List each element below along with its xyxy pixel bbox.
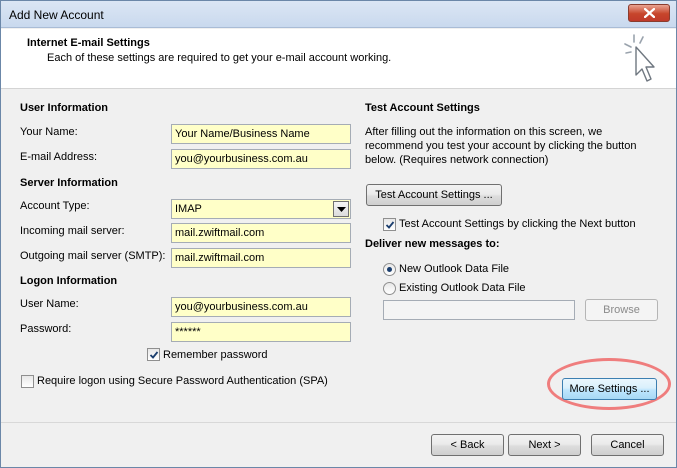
password-input[interactable]: ****** bbox=[171, 322, 351, 342]
account-type-value: IMAP bbox=[175, 203, 202, 215]
email-address-input[interactable]: you@yourbusiness.com.au bbox=[171, 149, 351, 169]
checkmark-icon bbox=[149, 351, 159, 359]
back-button[interactable]: < Back bbox=[431, 434, 504, 456]
remember-password-label: Remember password bbox=[163, 349, 268, 361]
dropdown-button[interactable] bbox=[333, 201, 349, 217]
test-description: After filling out the information on thi… bbox=[365, 126, 637, 166]
your-name-label: Your Name: bbox=[20, 126, 78, 138]
checkmark-icon bbox=[385, 221, 395, 229]
title-bar: Add New Account bbox=[1, 1, 676, 28]
data-file-path-input[interactable] bbox=[383, 300, 575, 320]
page-subtitle: Each of these settings are required to g… bbox=[47, 52, 392, 64]
user-information-heading: User Information bbox=[20, 102, 109, 114]
existing-data-file-radio[interactable] bbox=[383, 282, 396, 295]
radio-selected-dot bbox=[387, 267, 392, 272]
close-icon bbox=[644, 8, 655, 18]
cancel-button[interactable]: Cancel bbox=[591, 434, 664, 456]
next-button[interactable]: Next > bbox=[508, 434, 581, 456]
add-new-account-window: Add New Account Internet E-mail Settings… bbox=[0, 0, 677, 468]
header-panel: Internet E-mail Settings Each of these s… bbox=[1, 29, 676, 89]
existing-data-file-label: Existing Outlook Data File bbox=[399, 282, 526, 294]
chevron-down-icon bbox=[337, 207, 346, 212]
your-name-input[interactable]: Your Name/Business Name bbox=[171, 124, 351, 144]
incoming-server-input[interactable]: mail.zwiftmail.com bbox=[171, 223, 351, 243]
password-label: Password: bbox=[20, 323, 72, 335]
spa-checkbox[interactable] bbox=[21, 375, 34, 388]
more-settings-button[interactable]: More Settings ... bbox=[562, 378, 657, 400]
outgoing-server-input[interactable]: mail.zwiftmail.com bbox=[171, 248, 351, 268]
account-type-select[interactable]: IMAP bbox=[171, 199, 351, 219]
footer-divider bbox=[1, 422, 676, 423]
new-data-file-label: New Outlook Data File bbox=[399, 263, 510, 275]
test-next-checkbox[interactable] bbox=[383, 218, 396, 231]
deliver-messages-heading: Deliver new messages to: bbox=[365, 238, 500, 250]
server-information-heading: Server Information bbox=[20, 177, 118, 189]
window-title: Add New Account bbox=[9, 8, 104, 22]
account-type-label: Account Type: bbox=[20, 200, 90, 212]
browse-button[interactable]: Browse bbox=[585, 299, 658, 321]
test-account-settings-heading: Test Account Settings bbox=[365, 102, 480, 114]
outgoing-server-label: Outgoing mail server (SMTP): bbox=[20, 250, 166, 262]
cursor-click-icon bbox=[624, 34, 655, 82]
new-data-file-radio[interactable] bbox=[383, 263, 396, 276]
close-button[interactable] bbox=[628, 4, 670, 22]
test-next-label: Test Account Settings by clicking the Ne… bbox=[399, 218, 636, 230]
remember-password-checkbox[interactable] bbox=[147, 348, 160, 361]
email-address-label: E-mail Address: bbox=[20, 151, 98, 163]
user-name-input[interactable]: you@yourbusiness.com.au bbox=[171, 297, 351, 317]
test-account-settings-button[interactable]: Test Account Settings ... bbox=[366, 184, 502, 206]
incoming-server-label: Incoming mail server: bbox=[20, 225, 125, 237]
logon-information-heading: Logon Information bbox=[20, 275, 118, 287]
page-title: Internet E-mail Settings bbox=[27, 37, 150, 49]
spa-label: Require logon using Secure Password Auth… bbox=[37, 375, 328, 387]
user-name-label: User Name: bbox=[20, 298, 79, 310]
